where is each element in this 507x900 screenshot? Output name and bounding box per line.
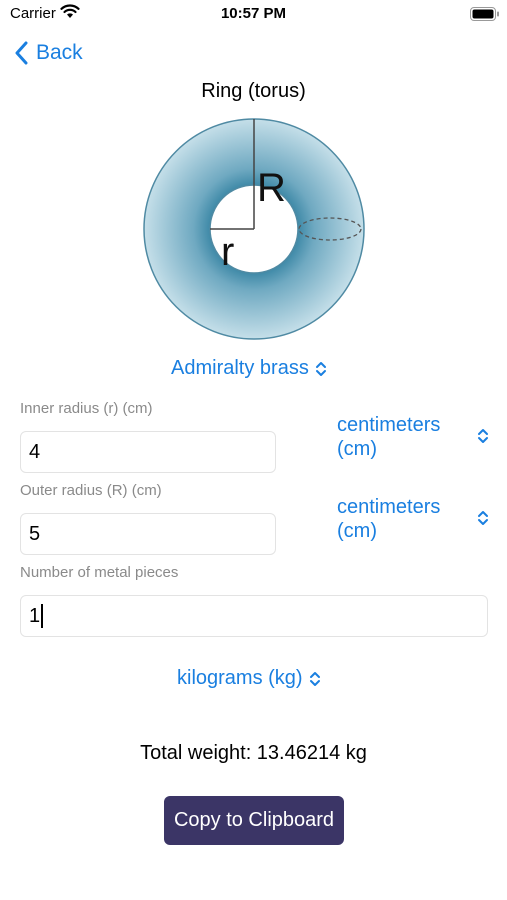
material-picker[interactable]: Admiralty brass [171,357,327,380]
outer-radius-label: Outer radius (R) (cm) [20,482,162,499]
chevron-updown-icon[interactable] [477,428,489,449]
inner-radius-input[interactable]: 4 [20,431,276,473]
battery-icon [470,7,500,25]
chevron-updown-icon [309,671,320,686]
back-button[interactable]: Back [14,38,83,68]
weight-unit-picker[interactable]: kilograms (kg) [177,667,321,690]
inner-radius-label: Inner radius (r) (cm) [20,400,153,417]
inner-radius-unit-line2: (cm) [337,438,377,460]
text-cursor [41,604,44,628]
back-label: Back [36,41,83,64]
outer-radius-symbol: R [257,166,286,210]
outer-radius-value: 5 [29,522,41,545]
inner-radius-unit-line1: centimeters [337,414,441,436]
copy-button-label: Copy to Clipboard [173,809,335,831]
status-bar: Carrier 10:57 PM [0,0,507,28]
inner-radius-unit-picker[interactable]: centimeters (cm) [337,413,440,461]
inner-radius-symbol: r [221,230,234,274]
torus-diagram: R r [142,117,366,346]
pieces-input[interactable]: 1 [20,595,488,637]
inner-radius-value: 4 [29,440,41,463]
outer-radius-unit-line1: centimeters [337,496,441,518]
pieces-value: 1 [29,604,41,627]
weight-unit-label: kilograms (kg) [177,667,303,689]
chevron-updown-icon[interactable] [477,510,489,531]
outer-radius-unit-picker[interactable]: centimeters (cm) [337,495,440,543]
status-time: 10:57 PM [220,5,287,22]
copy-to-clipboard-button[interactable]: Copy to Clipboard [164,796,344,845]
chevron-updown-icon [315,361,326,376]
outer-radius-input[interactable]: 5 [20,513,276,555]
chevron-left-icon [15,41,28,65]
pieces-label: Number of metal pieces [20,564,179,581]
material-picker-label: Admiralty brass [171,357,309,379]
outer-radius-unit-line2: (cm) [337,520,377,542]
total-weight: Total weight: 13.46214 kg [140,742,367,764]
shape-title: Ring (torus) [201,80,306,102]
